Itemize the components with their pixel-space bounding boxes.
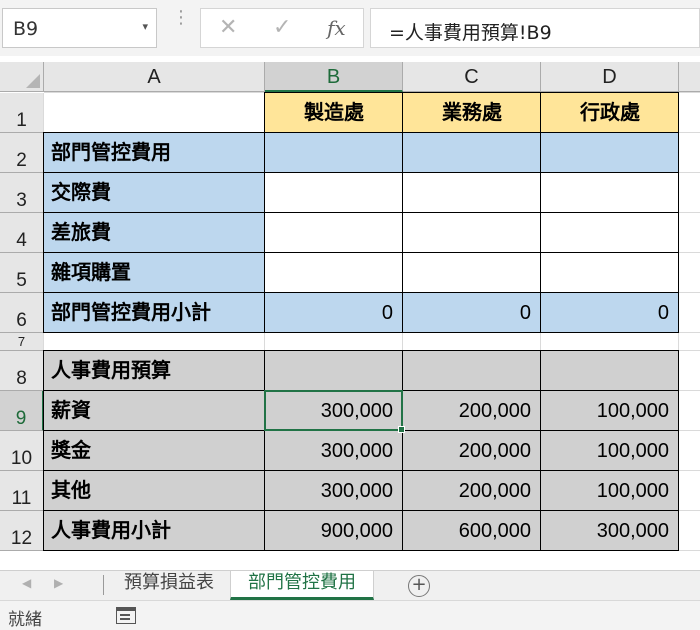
cell-d10[interactable]: 100,000: [541, 431, 679, 471]
cell-d1[interactable]: 行政處: [541, 93, 679, 133]
tab-divider: [103, 575, 104, 595]
name-box-value: B9: [13, 18, 39, 40]
chevron-down-icon[interactable]: ▾: [142, 20, 148, 33]
status-bar: 就緒: [0, 600, 700, 630]
cell-b1[interactable]: 製造處: [265, 93, 403, 133]
formula-text: =人事費用預算!B9: [389, 22, 552, 44]
cell-d11[interactable]: 100,000: [541, 471, 679, 511]
row-header-10[interactable]: 10: [0, 431, 44, 471]
fill-handle[interactable]: [398, 426, 405, 433]
column-header-overflow: [679, 62, 700, 92]
row-number: 1: [16, 110, 27, 131]
cell-c12[interactable]: 600,000: [403, 511, 541, 551]
cell-c10[interactable]: 200,000: [403, 431, 541, 471]
column-header-a[interactable]: A: [44, 62, 265, 92]
status-ready: 就緒: [8, 610, 42, 630]
cell-a11[interactable]: 其他: [44, 471, 265, 511]
row-number: 4: [16, 230, 27, 251]
cell-d6[interactable]: 0: [541, 293, 679, 333]
row-number: 10: [10, 448, 33, 469]
tab-dept-control[interactable]: 部門管控費用: [230, 571, 374, 600]
cell-a3[interactable]: 交際費: [44, 173, 265, 213]
cell-a12[interactable]: 人事費用小計: [44, 511, 265, 551]
cancel-icon[interactable]: ✕: [219, 15, 237, 40]
insert-function-icon[interactable]: fx: [327, 16, 346, 40]
add-sheet-icon[interactable]: +: [408, 575, 430, 597]
cell-b12[interactable]: 900,000: [265, 511, 403, 551]
row-number: 12: [10, 528, 33, 549]
row-header-11[interactable]: 11: [0, 471, 44, 511]
formula-bar-area: B9 ▾ ⋮ ✕ ✓ fx =人事費用預算!B9: [0, 0, 700, 56]
row-header-12[interactable]: 12: [0, 511, 44, 551]
cell-a6[interactable]: 部門管控費用小計: [44, 293, 265, 333]
row-header-6[interactable]: 6: [0, 293, 44, 333]
formula-buttons: ✕ ✓ fx: [200, 8, 364, 48]
row-header-1[interactable]: 1: [0, 93, 44, 133]
row-number: 9: [15, 408, 27, 429]
row-header-7[interactable]: 7: [0, 333, 44, 351]
accessibility-icon[interactable]: [116, 607, 136, 624]
cell-a8[interactable]: 人事費用預算: [44, 351, 265, 391]
cell-c1[interactable]: 業務處: [403, 93, 541, 133]
row-number: 11: [11, 488, 32, 509]
scroll-right-icon[interactable]: ▶: [54, 576, 63, 590]
cell-a5[interactable]: 雜項購置: [44, 253, 265, 293]
scroll-left-icon[interactable]: ◀: [22, 576, 31, 590]
row-number: 7: [17, 334, 26, 349]
column-header-d[interactable]: D: [541, 62, 679, 92]
cell-c6[interactable]: 0: [403, 293, 541, 333]
check-icon[interactable]: ✓: [273, 15, 291, 40]
cell-d12[interactable]: 300,000: [541, 511, 679, 551]
row-number: 8: [16, 368, 27, 389]
row-number: 5: [16, 270, 27, 291]
cell-d9[interactable]: 100,000: [541, 391, 679, 431]
row-number: 3: [16, 190, 27, 211]
row-header-8[interactable]: 8: [0, 351, 44, 391]
row-number: 6: [16, 310, 27, 331]
drag-handle-icon[interactable]: ⋮: [172, 9, 190, 27]
cell-a4[interactable]: 差旅費: [44, 213, 265, 253]
worksheet-grid[interactable]: A B C D 1 2 3 4 5 6 7 8 9 10 11 12 製造處 業務處 行政處 部門管控費用 交際費 差旅費…: [0, 62, 700, 570]
cell-b11[interactable]: 300,000: [265, 471, 403, 511]
row-header-2[interactable]: 2: [0, 133, 44, 173]
cell-a9[interactable]: 薪資: [44, 391, 265, 431]
cell-b6[interactable]: 0: [265, 293, 403, 333]
cell-c11[interactable]: 200,000: [403, 471, 541, 511]
cell-c9[interactable]: 200,000: [403, 391, 541, 431]
tab-budget-pl[interactable]: 預算損益表: [110, 571, 228, 600]
sheet-tab-bar: ◀ ▶ 預算損益表 部門管控費用 +: [0, 570, 700, 600]
row-number: 2: [16, 150, 27, 171]
row-header-5[interactable]: 5: [0, 253, 44, 293]
selection-border: [264, 390, 403, 431]
select-all-corner[interactable]: [0, 62, 44, 92]
row-header-3[interactable]: 3: [0, 173, 44, 213]
column-header-c[interactable]: C: [403, 62, 541, 92]
cell-b10[interactable]: 300,000: [265, 431, 403, 471]
name-box[interactable]: B9 ▾: [2, 8, 157, 48]
row-header-4[interactable]: 4: [0, 213, 44, 253]
row-header-9[interactable]: 9: [0, 391, 44, 431]
cell-a10[interactable]: 獎金: [44, 431, 265, 471]
column-header-b[interactable]: B: [265, 62, 403, 92]
cell-fill: [265, 133, 679, 173]
formula-input[interactable]: =人事費用預算!B9: [370, 8, 700, 48]
cell-a2[interactable]: 部門管控費用: [44, 133, 265, 173]
